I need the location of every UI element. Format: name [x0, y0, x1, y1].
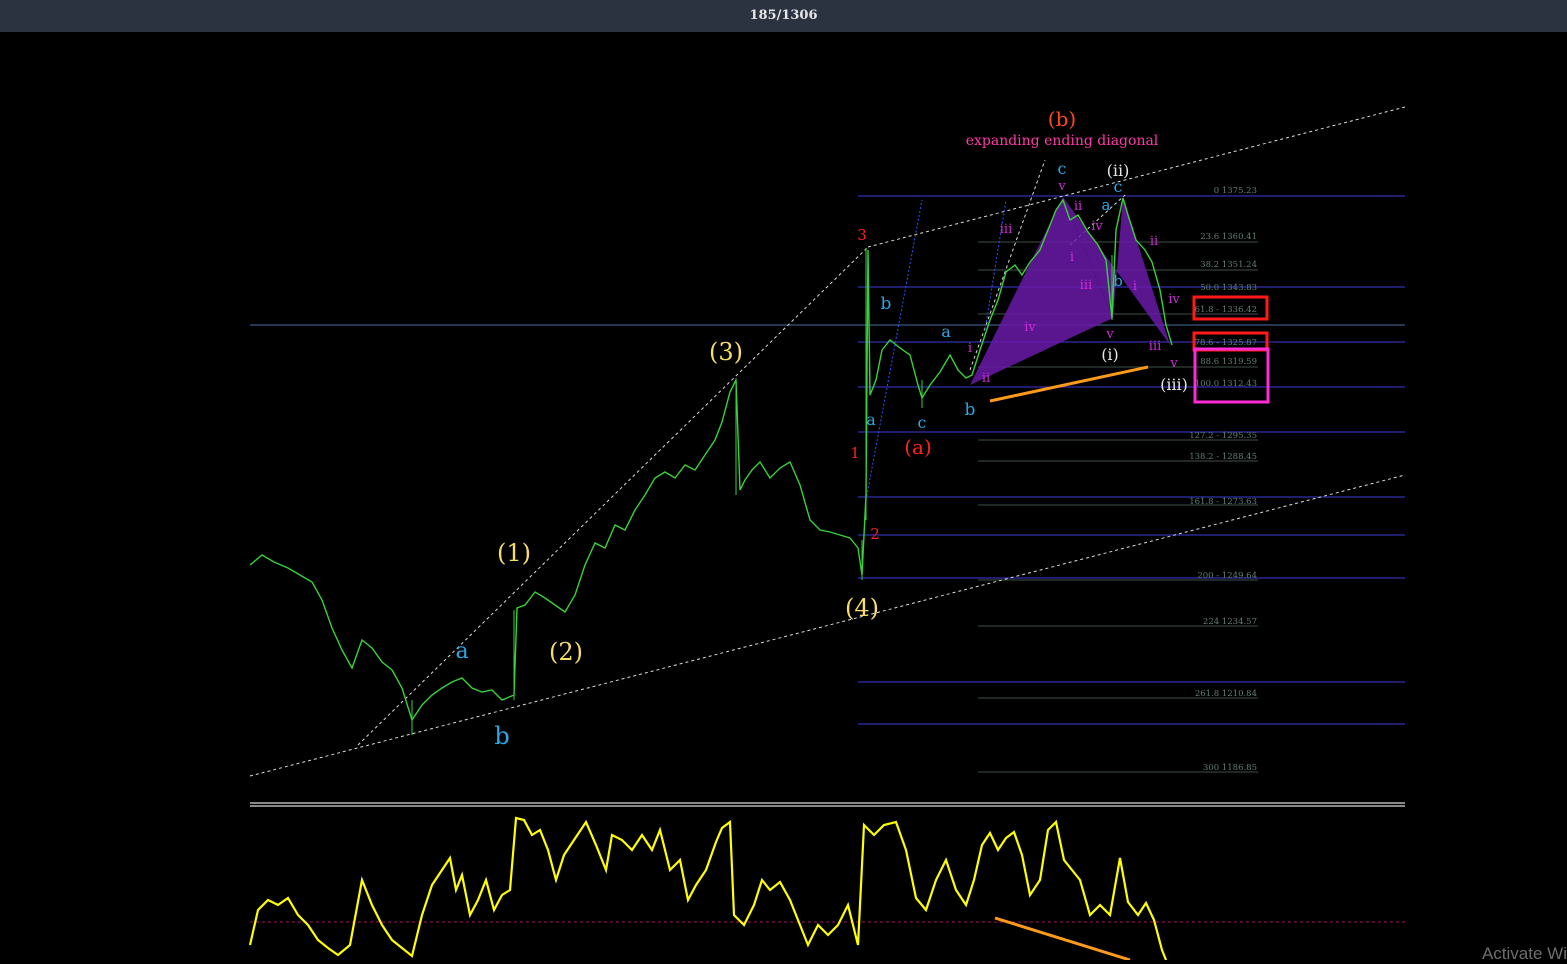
wave-c-label-3: c — [1058, 159, 1067, 178]
wave-a-label: a — [455, 639, 468, 664]
wave-2-red-label: 2 — [870, 525, 880, 543]
fib-label-224: 224 1234.57 — [1203, 617, 1257, 627]
fib-labels: 0 1375.23 23.6 1360.41 38.2 1351.24 50.0… — [1189, 186, 1257, 773]
wave-i-label: i — [968, 341, 972, 356]
wave-b-paren-label: (b) — [1048, 107, 1076, 131]
fib-label-50: 50.0 1343.83 — [1200, 283, 1257, 293]
blue-dotted-lines — [865, 199, 1007, 501]
fib-label-38-2: 38.2 1351.24 — [1200, 260, 1257, 270]
wave-2-label: (2) — [549, 638, 583, 666]
wave-a-label-3: a — [941, 322, 951, 341]
top-bar: 185/1306 — [0, 0, 1567, 32]
major-wave-labels: (1) (2) (3) (4) — [497, 338, 879, 666]
fib-label-61-8: 61.8 - 1336.42 — [1195, 305, 1257, 315]
wave-ii-label-3: ii — [1150, 234, 1158, 249]
wave-ii-label-2: ii — [1074, 199, 1082, 214]
fib-label-161-8: 161.8 - 1273.63 — [1189, 497, 1257, 507]
wave-1-red-label: 1 — [850, 444, 860, 462]
fib-label-23-6: 23.6 1360.41 — [1200, 232, 1257, 242]
activation-watermark: Activate Wi — [1481, 944, 1567, 963]
wave-v-label: v — [1057, 179, 1066, 194]
fib-label-200: 200 - 1249.64 — [1197, 571, 1257, 581]
wave-3-red-label: 3 — [857, 226, 867, 244]
fib-label-261-8: 261.8 1210.84 — [1195, 689, 1257, 699]
fib-label-127-2: 127.2 - 1295.35 — [1189, 431, 1257, 441]
fib-label-300: 300 1186.85 — [1203, 763, 1257, 773]
wave-i-label-2: i — [1070, 250, 1074, 265]
fib-label-88-6: 88.6 1319.59 — [1200, 357, 1257, 367]
wave-a-label-4: a — [1102, 196, 1111, 214]
fib-label-138-2: 138.2 - 1288.45 — [1189, 452, 1257, 462]
image-counter: 185/1306 — [749, 8, 818, 23]
wave-i-paren-label: (i) — [1101, 345, 1119, 364]
fib-label-100: 100.0 1312.43 — [1195, 379, 1257, 389]
price-trendline — [989, 365, 1149, 403]
wave-iii-paren-label: (iii) — [1160, 375, 1188, 394]
chart-stage: 0 1375.23 23.6 1360.41 38.2 1351.24 50.0… — [0, 32, 1567, 962]
wave-a-paren-label: (a) — [904, 435, 932, 459]
pattern-title: expanding ending diagonal — [966, 133, 1159, 149]
wave-a-label-2: a — [866, 410, 876, 429]
wave-v-label-2: v — [1105, 327, 1114, 342]
wave-iv-label: iv — [1024, 320, 1036, 335]
wave-b-label-2: b — [881, 294, 892, 314]
price-chart: 0 1375.23 23.6 1360.41 38.2 1351.24 50.0… — [248, 106, 1406, 962]
wave-iii-label: iii — [1000, 222, 1012, 237]
wave-iii-label-3: iii — [1149, 339, 1161, 354]
wave-iii-label-2: iii — [1080, 278, 1092, 293]
wave-4-label: (4) — [845, 594, 879, 622]
wave-v-label-3: v — [1169, 356, 1178, 371]
wave-b-label: b — [494, 722, 509, 750]
oscillator-line — [248, 816, 1168, 961]
wave-ii-label: ii — [982, 371, 990, 386]
wave-b-label-3: b — [965, 400, 976, 420]
wave-1-label: (1) — [497, 539, 531, 567]
wave-b-label-4: b — [1113, 272, 1123, 290]
wave-c-label-2: c — [918, 413, 927, 432]
fib-label-78-6: 78.6 - 1325.87 — [1195, 338, 1257, 348]
wave-i-label-3: i — [1133, 279, 1137, 294]
wave-iv-label-3: iv — [1168, 292, 1180, 307]
wave-iv-label-2: iv — [1091, 219, 1103, 234]
channel-lines — [249, 106, 1406, 777]
fib-label-0: 0 1375.23 — [1214, 186, 1257, 196]
wave-3-label: (3) — [709, 338, 743, 366]
wave-ii-paren-label: (ii) — [1107, 161, 1130, 180]
oscillator-trendline — [994, 916, 1131, 962]
